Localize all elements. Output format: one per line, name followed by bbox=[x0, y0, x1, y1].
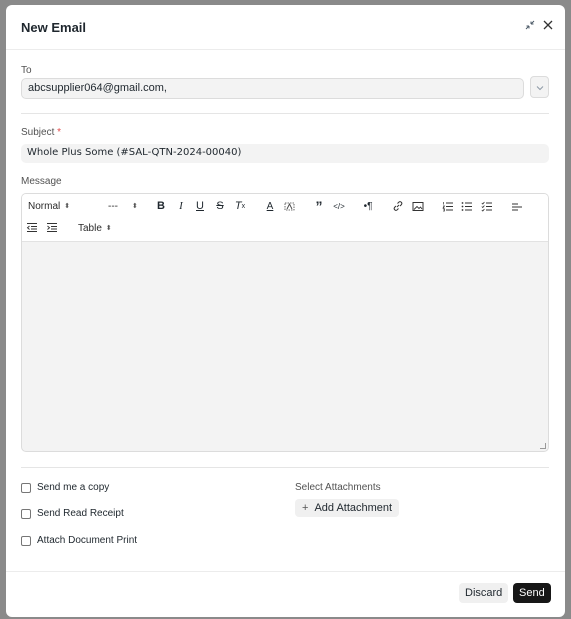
add-attachment-button[interactable]: + Add Attachment bbox=[295, 499, 400, 517]
to-input[interactable]: abcsupplier064@gmail.com, bbox=[21, 78, 524, 99]
to-dropdown-button[interactable] bbox=[530, 76, 549, 98]
align-icon[interactable] bbox=[510, 199, 524, 213]
read-receipt-label: Send Read Receipt bbox=[37, 508, 124, 519]
clear-format-icon[interactable]: Tx bbox=[233, 199, 247, 213]
code-icon[interactable]: </> bbox=[332, 199, 346, 213]
updown-icon: ⬍ bbox=[132, 203, 138, 210]
attach-print-checkbox[interactable] bbox=[21, 535, 31, 546]
subject-label: Subject * bbox=[21, 127, 61, 138]
blockquote-icon[interactable]: ” bbox=[312, 198, 326, 214]
image-icon[interactable] bbox=[411, 199, 425, 213]
table-select[interactable]: Table ⬍ bbox=[78, 220, 112, 236]
font-color-icon[interactable]: A bbox=[263, 199, 277, 213]
text-direction-icon[interactable]: •¶ bbox=[361, 199, 375, 213]
read-receipt-checkbox[interactable] bbox=[21, 508, 31, 519]
link-icon[interactable] bbox=[391, 199, 405, 213]
chevron-down-icon bbox=[536, 78, 544, 96]
to-label: To bbox=[21, 65, 32, 76]
bullet-list-icon[interactable] bbox=[460, 199, 474, 213]
discard-button[interactable]: Discard bbox=[459, 583, 509, 603]
send-copy-checkbox[interactable] bbox=[21, 482, 31, 493]
minimize-icon[interactable] bbox=[521, 16, 539, 34]
close-icon[interactable] bbox=[539, 16, 557, 34]
bold-icon[interactable]: B bbox=[154, 199, 168, 213]
outdent-icon[interactable] bbox=[25, 220, 39, 234]
divider bbox=[21, 113, 549, 114]
italic-icon[interactable]: I bbox=[174, 199, 188, 213]
dialog-footer: Discard Send bbox=[6, 571, 565, 617]
divider bbox=[21, 467, 549, 468]
updown-icon: ⬍ bbox=[105, 225, 112, 232]
table-select-label: Table bbox=[78, 222, 102, 234]
read-receipt-option: Send Read Receipt bbox=[21, 508, 124, 519]
strikethrough-icon[interactable]: S bbox=[213, 199, 227, 213]
message-editor[interactable]: Normal ⬍ --- ⬍ B I U S Tx A ” </> •¶ Tab… bbox=[21, 193, 549, 452]
required-mark: * bbox=[57, 127, 62, 138]
subject-label-text: Subject bbox=[21, 127, 55, 138]
new-email-dialog: New Email To abcsupplier064@gmail.com, S… bbox=[6, 5, 565, 617]
resize-handle[interactable] bbox=[540, 443, 546, 449]
ordered-list-icon[interactable] bbox=[441, 199, 455, 213]
font-size-select[interactable]: --- ⬍ bbox=[108, 198, 138, 214]
message-label: Message bbox=[21, 176, 62, 187]
send-copy-label: Send me a copy bbox=[37, 482, 110, 493]
indent-icon[interactable] bbox=[45, 220, 59, 234]
send-copy-option: Send me a copy bbox=[21, 482, 109, 493]
editor-toolbar: Normal ⬍ --- ⬍ B I U S Tx A ” </> •¶ Tab… bbox=[22, 194, 548, 242]
add-attachment-label: Add Attachment bbox=[314, 502, 393, 514]
attach-print-label: Attach Document Print bbox=[37, 535, 138, 546]
highlight-icon[interactable] bbox=[282, 199, 296, 213]
subject-input[interactable]: Whole Plus Some (#SAL-QTN-2024-00040) bbox=[21, 144, 549, 163]
attach-print-option: Attach Document Print bbox=[21, 535, 137, 546]
checklist-icon[interactable] bbox=[480, 199, 494, 213]
paragraph-style-select[interactable]: Normal ⬍ bbox=[28, 198, 70, 214]
dialog-header: New Email bbox=[6, 5, 565, 50]
plus-icon: + bbox=[302, 502, 309, 514]
font-size-value: --- bbox=[108, 200, 118, 212]
paragraph-style-value: Normal bbox=[28, 200, 61, 212]
underline-icon[interactable]: U bbox=[193, 199, 207, 213]
dialog-title: New Email bbox=[21, 20, 87, 35]
updown-icon: ⬍ bbox=[64, 203, 71, 210]
attachments-label: Select Attachments bbox=[295, 482, 381, 493]
send-button[interactable]: Send bbox=[513, 583, 551, 603]
